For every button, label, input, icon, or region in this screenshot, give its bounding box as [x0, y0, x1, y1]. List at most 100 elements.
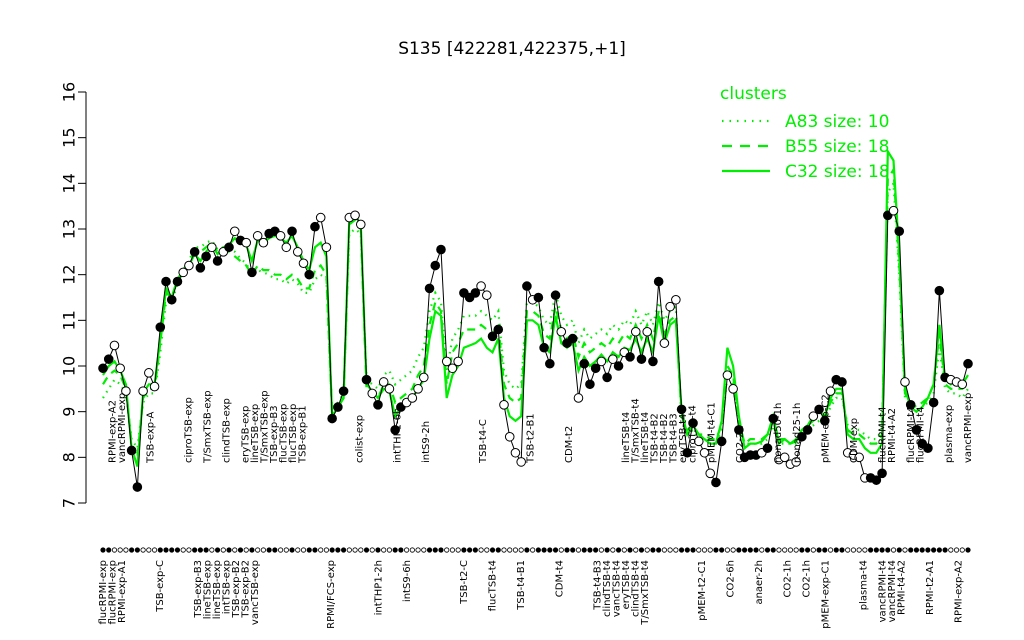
rug-mark — [810, 547, 816, 553]
x-label-bottom: pMEM-t2-C1 — [697, 560, 708, 621]
data-point — [436, 244, 446, 255]
y-tick-label: 14 — [60, 173, 79, 193]
rug-mark — [873, 547, 879, 553]
data-point — [711, 477, 721, 488]
rug-mark — [106, 547, 112, 553]
rug-mark — [936, 547, 942, 553]
data-point — [894, 226, 905, 237]
data-point — [355, 219, 366, 230]
rug-mark — [484, 547, 490, 553]
rug-mark — [684, 547, 690, 553]
rug-mark — [919, 547, 925, 553]
data-point — [877, 468, 887, 479]
x-label-bottom: T/SmxTSB-t4 — [640, 560, 651, 626]
data-point — [126, 445, 137, 456]
rug-mark — [163, 547, 169, 553]
rug-mark — [701, 547, 708, 553]
data-point — [934, 285, 945, 296]
rug-mark — [249, 547, 255, 553]
data-point — [149, 381, 160, 392]
x-label-top: TSB-t2-B1 — [526, 413, 537, 464]
legend-label: A83 size: 10 — [785, 112, 889, 132]
rug-mark — [300, 547, 307, 553]
rug-mark — [369, 547, 375, 553]
rug-mark — [799, 547, 805, 553]
data-point — [184, 260, 194, 271]
data-point — [482, 290, 492, 301]
rug-mark — [593, 547, 599, 553]
chart-title: S135 [422281,422375,+1] — [398, 39, 626, 59]
rug-mark — [518, 547, 524, 553]
data-point — [298, 258, 309, 269]
x-label-top: vancRPMI-exp — [117, 393, 128, 463]
x-label-bottom: RPMI-exp-A2 — [953, 560, 964, 623]
rug-mark — [226, 547, 232, 553]
rug-mark — [764, 547, 771, 553]
rug-mark — [255, 547, 261, 553]
rug-mark — [707, 547, 713, 553]
x-label-top: intTHP1-6h — [393, 408, 404, 463]
rug-mark — [827, 547, 834, 553]
rug-mark — [552, 547, 559, 553]
rug-mark — [850, 547, 857, 553]
rug-mark — [661, 547, 667, 553]
data-point — [550, 290, 561, 301]
rug-mark — [123, 547, 129, 553]
rug-mark — [283, 547, 289, 553]
x-label-top: intS9-2h — [421, 421, 432, 463]
data-point — [762, 443, 773, 454]
x-label-top: ciproTSB-t4 — [687, 405, 698, 463]
rug-mark — [209, 547, 215, 553]
x-label-top: ciproTSB-exp — [184, 397, 195, 463]
rug-mark — [375, 547, 381, 553]
rug-mark — [260, 547, 266, 553]
data-point — [888, 205, 899, 216]
rug-mark — [157, 547, 163, 553]
rug-mark — [953, 547, 960, 553]
rug-mark — [404, 547, 410, 553]
rug-mark — [197, 547, 203, 553]
y-tick-label: 15 — [60, 127, 79, 147]
data-point — [533, 292, 544, 303]
data-point — [212, 256, 223, 266]
rug-mark — [896, 547, 902, 553]
data-point — [653, 276, 664, 287]
legend-label: C32 size: 18 — [785, 162, 890, 182]
data-point — [224, 242, 234, 253]
rug-mark — [942, 547, 948, 553]
y-tick-label: 8 — [60, 452, 79, 462]
data-point — [327, 413, 337, 424]
rug-mark — [277, 547, 284, 553]
rug-mark — [381, 547, 387, 553]
data-point — [556, 326, 567, 337]
data-point — [613, 361, 624, 371]
data-point — [671, 294, 681, 305]
data-point — [630, 326, 641, 337]
data-point — [648, 356, 658, 367]
data-point — [373, 400, 383, 410]
rug-mark — [879, 547, 885, 553]
rug-mark — [570, 547, 576, 553]
data-point — [722, 370, 733, 380]
rug-mark — [438, 547, 444, 553]
rug-mark — [610, 547, 616, 553]
data-point — [155, 322, 166, 332]
rug-mark — [839, 547, 845, 553]
data-point — [338, 386, 349, 396]
rug-mark — [776, 547, 782, 553]
rug-mark — [885, 547, 891, 553]
rug-mark — [730, 547, 736, 553]
x-label-bottom: CDM-t4 — [554, 560, 565, 597]
data-point — [900, 377, 910, 387]
data-point — [304, 269, 315, 280]
rug-mark — [151, 547, 158, 553]
rug-mark — [908, 547, 914, 553]
rug-mark — [237, 547, 244, 553]
data-point — [636, 354, 647, 364]
x-label-bottom: plasma-t4 — [858, 560, 869, 610]
rug-mark — [868, 547, 874, 553]
data-point — [172, 276, 183, 287]
rug-mark — [289, 547, 295, 553]
rug-mark — [530, 547, 536, 553]
rug-mark — [547, 547, 553, 553]
